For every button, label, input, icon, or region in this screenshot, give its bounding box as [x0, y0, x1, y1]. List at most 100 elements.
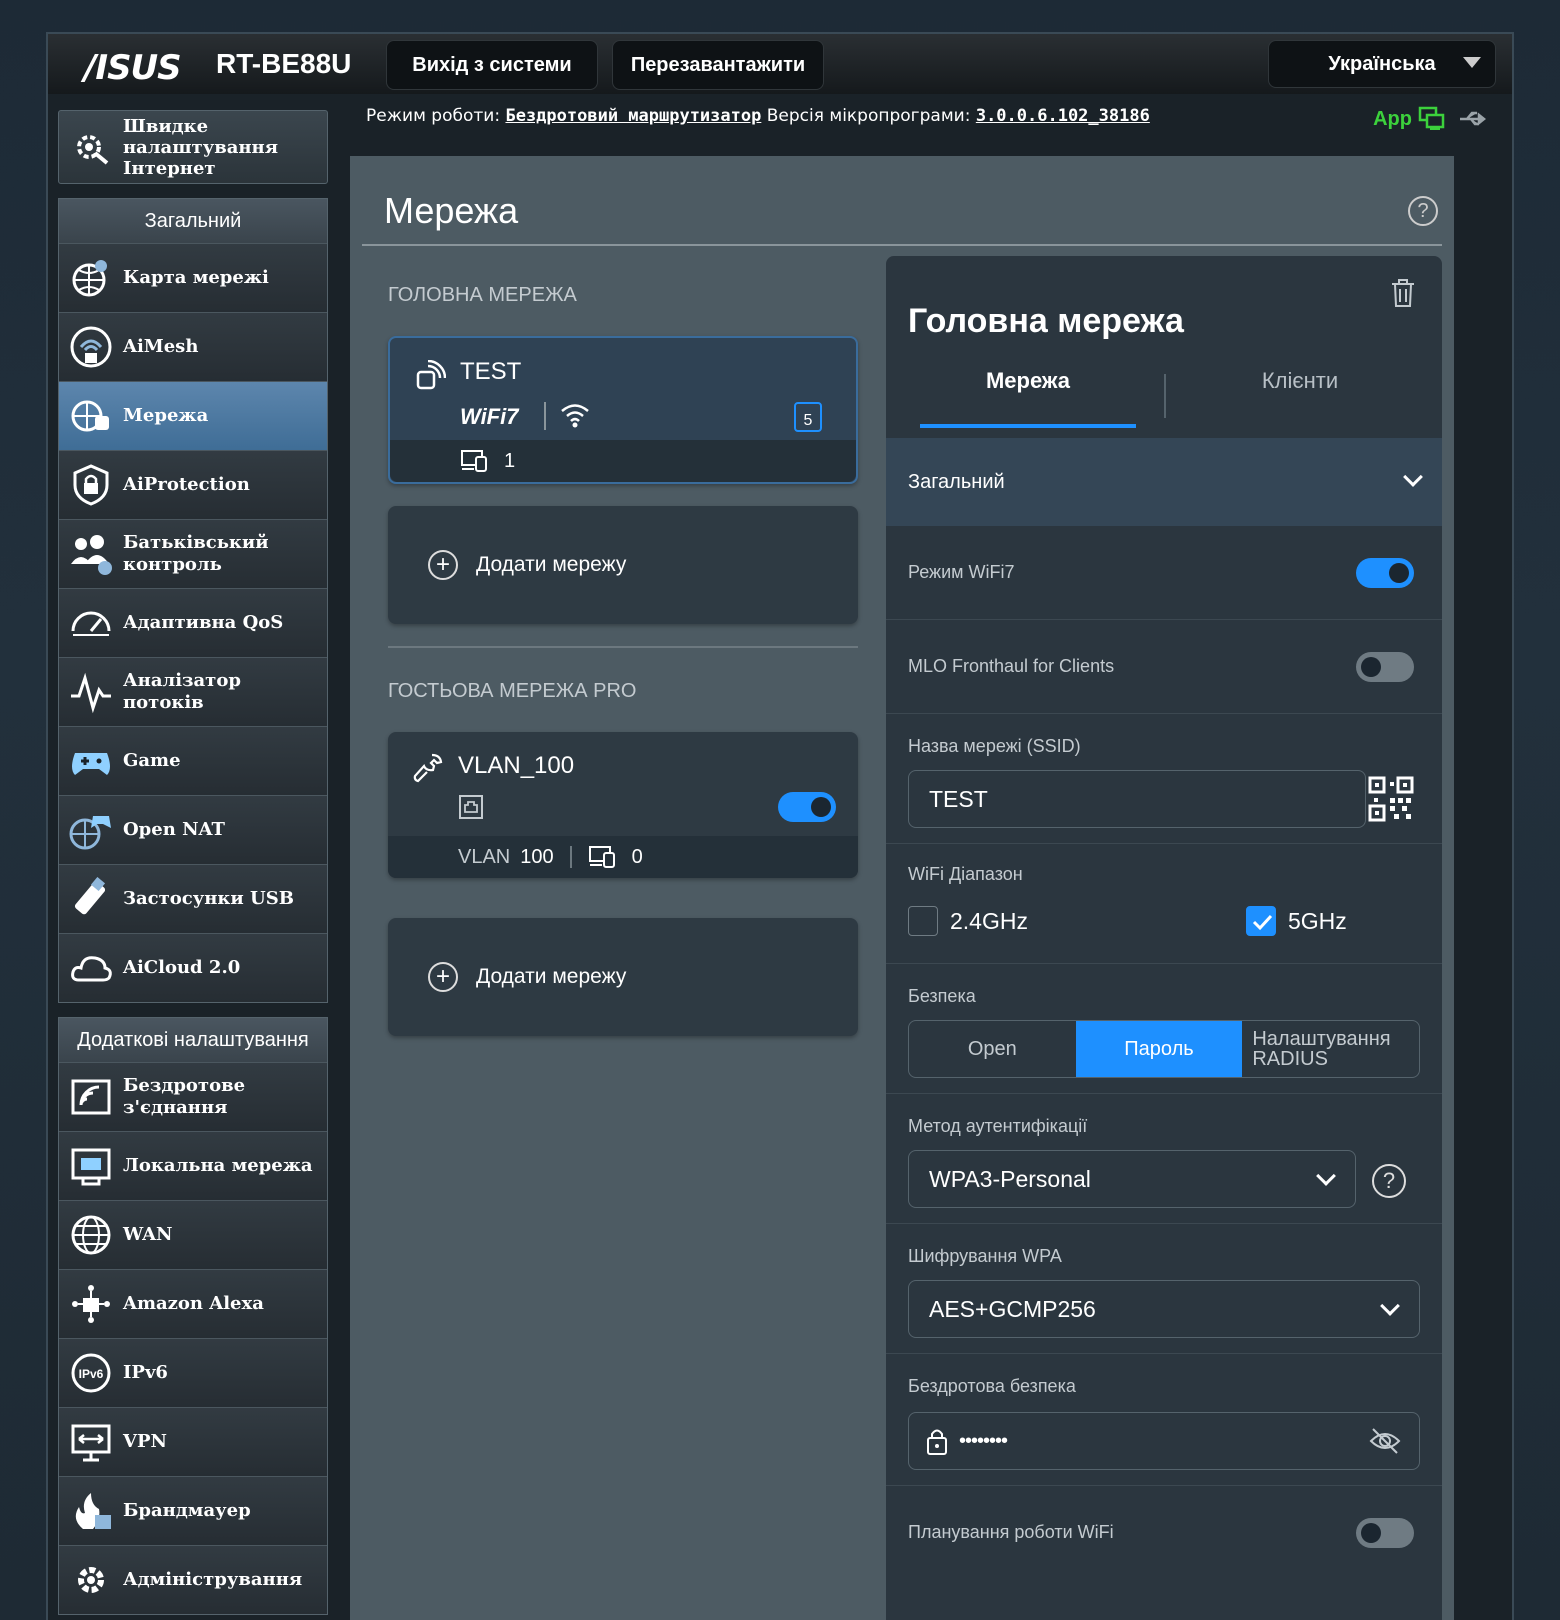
- sidebar-item-label: Карта мережі: [123, 267, 269, 288]
- add-network-label: Додати мережу: [476, 553, 627, 576]
- usb-status-icon[interactable]: [1458, 109, 1490, 129]
- shield-icon: [73, 464, 109, 506]
- sidebar-item-administration[interactable]: Адміністрування: [59, 1545, 327, 1614]
- sidebar-item-network[interactable]: Мережа: [59, 381, 327, 450]
- sidebar-item-parental-control[interactable]: Батьківський контроль: [59, 519, 327, 588]
- sidebar-item-adaptive-qos[interactable]: Адаптивна QoS: [59, 588, 327, 657]
- encryption-select[interactable]: AES+GCMP256: [908, 1280, 1420, 1338]
- mode-link[interactable]: Бездротовий маршрутизатор: [505, 106, 761, 126]
- tab-network[interactable]: Мережа: [920, 368, 1136, 394]
- guest-network-toggle[interactable]: [778, 792, 836, 822]
- status-bar: Режим роботи: Бездротовий маршрутизатор …: [366, 106, 1150, 126]
- globe-icon: [71, 1215, 111, 1255]
- auth-method-select[interactable]: WPA3-Personal: [908, 1150, 1356, 1208]
- sidebar-item-traffic-analyzer[interactable]: Аналізатор потоків: [59, 657, 327, 726]
- language-value: Українська: [1328, 52, 1436, 75]
- clients-monitor-icon[interactable]: [1418, 106, 1446, 132]
- qr-code-icon[interactable]: [1368, 776, 1414, 822]
- app-label[interactable]: App: [1373, 108, 1412, 131]
- sidebar-item-vpn[interactable]: VPN: [59, 1407, 327, 1476]
- guest-network-card[interactable]: VLAN_100 VLAN 100 0: [388, 732, 858, 878]
- vpn-icon: [71, 1424, 111, 1462]
- quick-setup-button[interactable]: Швидке налаштування Інтернет: [58, 110, 328, 184]
- sidebar-item-aicloud[interactable]: AiCloud 2.0: [59, 933, 327, 1002]
- sidebar-item-aimesh[interactable]: AiMesh: [59, 312, 327, 381]
- firmware-link[interactable]: 3.0.0.6.102_38186: [976, 106, 1150, 126]
- band-5-checkbox[interactable]: [1246, 906, 1276, 936]
- password-input[interactable]: ••••••••: [908, 1412, 1420, 1470]
- sidebar-item-alexa[interactable]: Amazon Alexa: [59, 1269, 327, 1338]
- tab-underline: [920, 424, 1136, 428]
- add-guest-network-button[interactable]: + Додати мережу: [388, 918, 858, 1036]
- auth-row: Метод аутентифікації WPA3-Personal ?: [886, 1094, 1442, 1224]
- logout-button[interactable]: Вихід з системи: [386, 40, 598, 90]
- asus-logo: /ISUS: [84, 48, 182, 88]
- checkmark-icon: [1252, 914, 1273, 931]
- mlo-toggle[interactable]: [1356, 652, 1414, 682]
- sidebar-item-label: Amazon Alexa: [123, 1293, 264, 1314]
- sidebar-item-lan[interactable]: Локальна мережа: [59, 1131, 327, 1200]
- security-segmented-control: Open Пароль Налаштування RADIUS: [908, 1020, 1420, 1078]
- sidebar-item-usb-apps[interactable]: Застосунки USB: [59, 864, 327, 933]
- band-label: WiFi Діапазон: [908, 864, 1023, 884]
- general-nav-group: Загальний Карта мережі AiMesh Мережа AiP…: [58, 198, 328, 1003]
- sidebar-item-label: IPv6: [123, 1362, 168, 1383]
- accordion-label: Загальний: [908, 470, 1005, 493]
- sidebar-item-network-map[interactable]: Карта мережі: [59, 243, 327, 312]
- usb-icon: [74, 877, 106, 915]
- trash-icon[interactable]: [1390, 278, 1416, 308]
- language-select[interactable]: Українська: [1268, 40, 1496, 88]
- sidebar-item-aiprotection[interactable]: AiProtection: [59, 450, 327, 519]
- band-24-checkbox[interactable]: [908, 906, 938, 936]
- sidebar-item-open-nat[interactable]: Open NAT: [59, 795, 327, 864]
- gear-icon: [78, 1567, 104, 1593]
- sidebar-item-wan[interactable]: WAN: [59, 1200, 327, 1269]
- aimesh-icon: [70, 326, 112, 368]
- security-option-radius[interactable]: Налаштування RADIUS: [1242, 1021, 1419, 1077]
- model-name: RT-BE88U: [216, 48, 352, 79]
- lock-icon: [927, 1429, 947, 1455]
- sidebar-item-label: Брандмауер: [123, 1500, 251, 1521]
- wireless-icon: [71, 1079, 111, 1115]
- sidebar: Швидке налаштування Інтернет Загальний К…: [58, 110, 328, 1615]
- mode-label: Режим роботи:: [366, 106, 501, 126]
- encryption-row: Шифрування WPA AES+GCMP256: [886, 1224, 1442, 1354]
- auth-help-icon[interactable]: ?: [1372, 1164, 1406, 1198]
- sidebar-item-firewall[interactable]: Брандмауер: [59, 1476, 327, 1545]
- network-map-icon: [72, 260, 107, 297]
- tab-clients[interactable]: Клієнти: [1192, 368, 1408, 394]
- sidebar-item-ipv6[interactable]: IPv6 IPv6: [59, 1338, 327, 1407]
- router-signal-icon: [416, 360, 446, 390]
- schedule-toggle[interactable]: [1356, 1518, 1414, 1548]
- sidebar-item-wireless[interactable]: Бездротове з'єднання: [59, 1062, 327, 1131]
- lan-port-icon: [459, 795, 483, 819]
- sidebar-item-label: WAN: [123, 1224, 173, 1245]
- security-option-password[interactable]: Пароль: [1075, 1021, 1243, 1077]
- add-primary-network-button[interactable]: + Додати мережу: [388, 506, 858, 624]
- ssid-input[interactable]: TEST: [908, 770, 1366, 828]
- security-option-open[interactable]: Open: [909, 1021, 1076, 1077]
- eye-hidden-icon[interactable]: [1369, 1427, 1401, 1455]
- sidebar-item-label: Мережа: [123, 405, 209, 426]
- security-label: Безпека: [908, 986, 976, 1006]
- gamepad-icon: [72, 753, 110, 775]
- client-devices-icon: [461, 450, 487, 472]
- sidebar-item-game[interactable]: Game: [59, 726, 327, 795]
- help-icon[interactable]: ?: [1408, 196, 1438, 226]
- wireless-security-row: Бездротова безпека ••••••••: [886, 1354, 1442, 1486]
- reboot-button[interactable]: Перезавантажити: [612, 40, 824, 90]
- network-settings-panel: Головна мережа Мережа Клієнти Загальний …: [886, 256, 1442, 1620]
- general-accordion[interactable]: Загальний: [886, 438, 1442, 526]
- mlo-label: MLO Fronthaul for Clients: [908, 656, 1115, 676]
- section-divider: [388, 646, 858, 648]
- wifi7-toggle[interactable]: [1356, 558, 1414, 588]
- main-content: Мережа ? ГОЛОВНА МЕРЕЖА TEST WiFi7 5 1 +…: [350, 156, 1454, 1620]
- advanced-group-title: Додаткові налаштування: [59, 1018, 327, 1062]
- auth-method-value: WPA3-Personal: [929, 1165, 1091, 1192]
- open-nat-icon: [69, 816, 111, 850]
- primary-network-card[interactable]: TEST WiFi7 5 1: [388, 336, 858, 484]
- traffic-analyzer-icon: [71, 672, 111, 714]
- guest-card-footer: VLAN 100 0: [388, 836, 858, 878]
- firewall-icon: [75, 1493, 111, 1529]
- band-5ghz-icon: 5: [794, 402, 822, 432]
